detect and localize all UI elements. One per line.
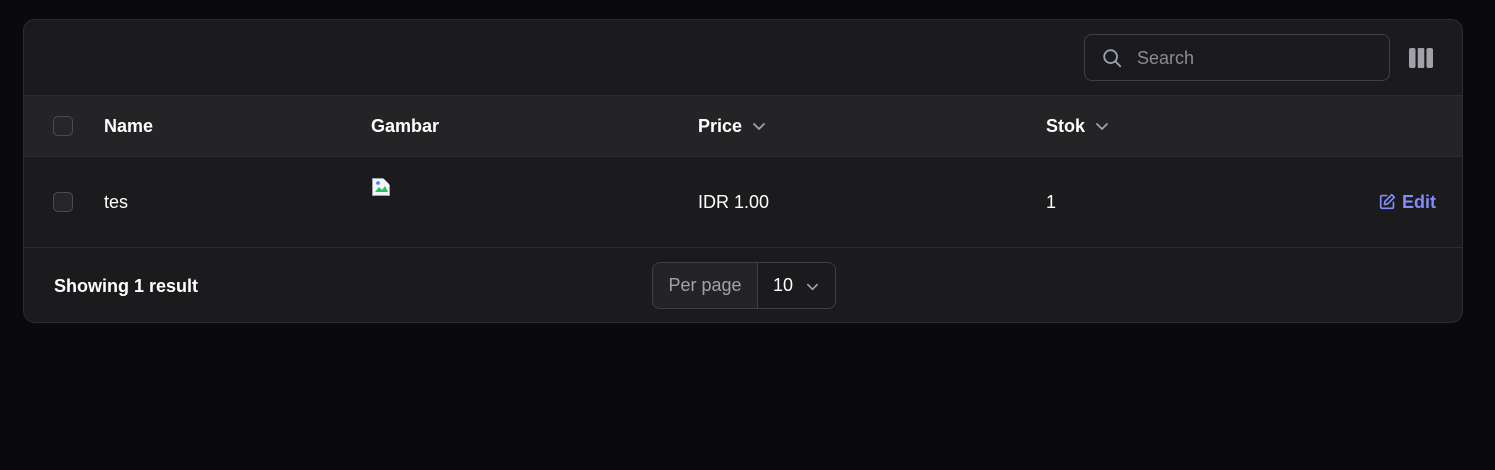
chevron-down-icon	[753, 122, 765, 130]
cell-price: IDR 1.00	[698, 192, 770, 212]
per-page-control: Per page 10	[652, 262, 836, 309]
broken-image-icon	[372, 178, 390, 196]
columns-toggle-icon[interactable]	[1409, 48, 1433, 68]
column-header-price[interactable]: Price	[698, 96, 766, 156]
chevron-down-icon	[807, 283, 818, 291]
search-input[interactable]	[1135, 35, 1379, 82]
row-select-checkbox[interactable]	[53, 192, 73, 212]
column-header-gambar: Gambar	[371, 96, 439, 156]
column-header-label: Name	[104, 116, 154, 136]
edit-button[interactable]: Edit	[1379, 157, 1436, 247]
select-all-checkbox[interactable]	[53, 116, 73, 136]
cell-stok: 1	[1046, 192, 1057, 212]
column-header-name: Name	[104, 96, 153, 156]
results-count: Showing 1 result	[54, 276, 199, 296]
per-page-value: 10	[773, 275, 794, 295]
per-page-label: Per page	[653, 263, 758, 308]
column-header-label: Price	[698, 116, 743, 136]
table-header: Name Gambar Price Stok	[24, 96, 1462, 157]
chevron-down-icon	[1096, 122, 1108, 130]
per-page-select[interactable]: 10	[758, 263, 835, 308]
column-header-label: Stok	[1046, 116, 1086, 136]
column-header-stok[interactable]: Stok	[1046, 96, 1109, 156]
edit-icon	[1379, 193, 1396, 209]
table-footer: Showing 1 result Per page 10	[24, 248, 1462, 322]
search-icon	[1103, 49, 1122, 68]
table-row: tes IDR 1.00 1 Edit	[24, 157, 1462, 248]
cell-name: tes	[104, 192, 129, 212]
table-toolbar	[24, 20, 1462, 96]
column-header-label: Gambar	[371, 116, 440, 136]
table-card: Name Gambar Price Stok tes IDR 1.00 1 Ed…	[23, 19, 1463, 323]
edit-label: Edit	[1402, 192, 1436, 212]
search-box[interactable]	[1084, 34, 1390, 82]
